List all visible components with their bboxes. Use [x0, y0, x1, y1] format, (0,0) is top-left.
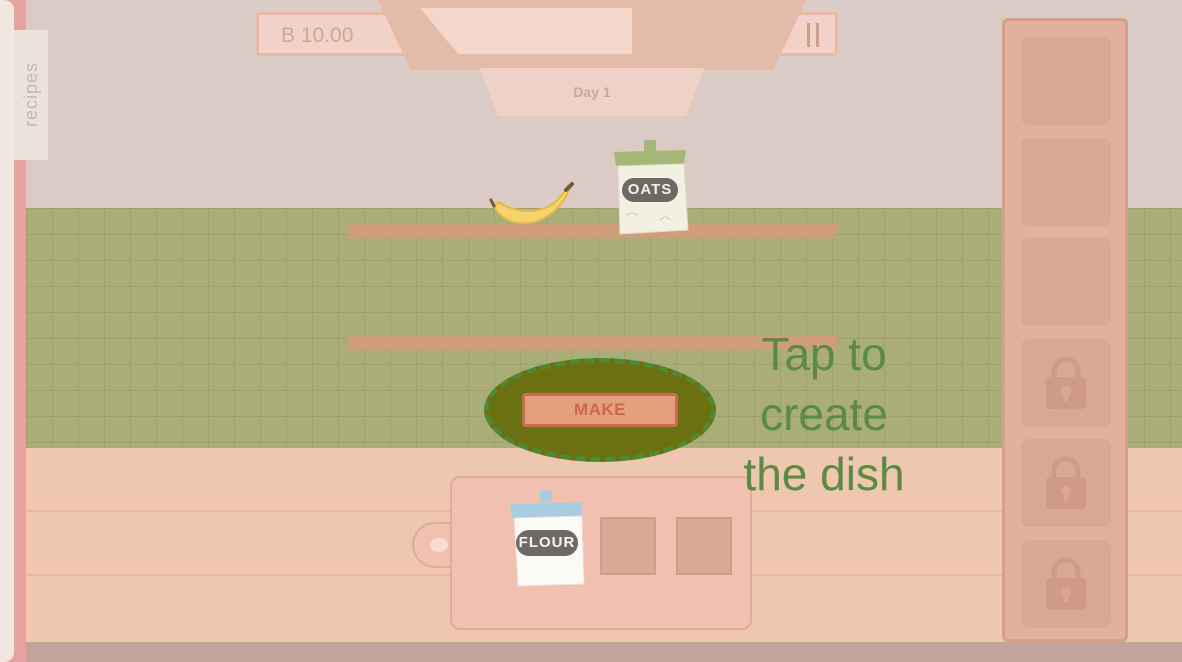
- tutorial-hint-line: Tap to: [761, 328, 887, 380]
- oats-label: OATS: [627, 181, 673, 198]
- make-button[interactable]: MAKE: [522, 393, 678, 427]
- lock-icon: [1046, 557, 1086, 610]
- board-ingredient-slot[interactable]: [676, 517, 732, 575]
- recipes-tab[interactable]: recipes: [14, 30, 48, 160]
- inventory-slot-locked[interactable]: [1021, 339, 1111, 427]
- day-indicator: Day 1: [480, 68, 704, 116]
- banana-ingredient[interactable]: [488, 180, 578, 238]
- inventory-slot-locked[interactable]: [1021, 439, 1111, 527]
- upper-shelf: [348, 224, 836, 238]
- day-label: Day 1: [573, 84, 611, 100]
- inventory-slot[interactable]: [1021, 37, 1111, 125]
- lock-icon: [1046, 356, 1086, 409]
- pause-icon[interactable]: [803, 23, 823, 47]
- banana-icon: [489, 182, 574, 225]
- money-amount: B 10.00: [281, 24, 354, 47]
- oats-jar[interactable]: OATS: [610, 138, 690, 236]
- inventory-slot-locked[interactable]: [1021, 540, 1111, 628]
- inventory-slot[interactable]: [1021, 238, 1111, 326]
- inventory-slot[interactable]: [1021, 138, 1111, 226]
- flour-label: FLOUR: [518, 534, 576, 551]
- tutorial-hint-line: the dish: [743, 448, 905, 500]
- tutorial-hint: Tap to create the dish: [724, 324, 924, 504]
- flour-jar[interactable]: FLOUR: [508, 490, 588, 588]
- tutorial-hint-line: create: [760, 388, 888, 440]
- floor-strip: [0, 642, 1182, 662]
- lock-icon: [1046, 456, 1086, 509]
- recipe-book-page: [0, 0, 14, 662]
- inventory-panel: [1002, 18, 1128, 642]
- board-ingredient-slot[interactable]: [600, 517, 656, 575]
- cutting-board-hole: [430, 538, 448, 552]
- recipes-tab-label: recipes: [20, 62, 41, 128]
